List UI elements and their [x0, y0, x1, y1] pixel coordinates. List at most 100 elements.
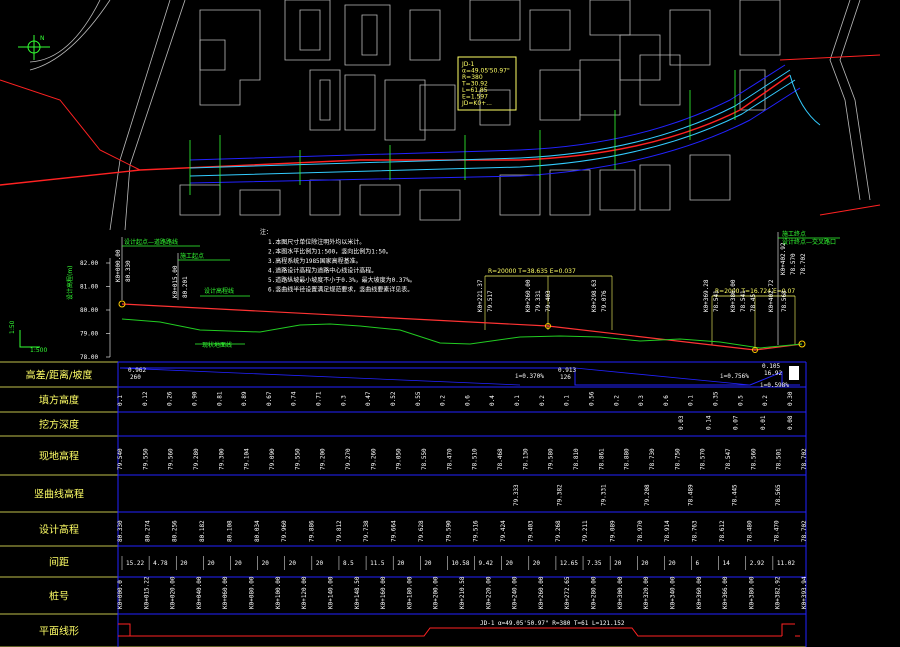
fill-value: 0.6 — [464, 395, 471, 406]
cut-value: 0.01 — [760, 415, 767, 430]
design-elevation-value: 78.970 — [637, 520, 644, 542]
vcurve-value: 79.331 — [600, 484, 607, 506]
plan-view: JD-1α=49.05'50.97"R=380T=30.92L=61.85E=1… — [0, 0, 881, 231]
north-arrow-icon — [18, 35, 50, 60]
existing-elevation-value: 78.861 — [598, 448, 605, 470]
existing-elevation-value: 78.510 — [472, 448, 479, 470]
design-line-label: 设计高程线 — [204, 287, 234, 295]
spacing-value: 20 — [397, 560, 405, 567]
spacing-value: 20 — [180, 560, 188, 567]
grade-label: i=0.370% — [515, 373, 544, 380]
spacing-value: 7.35 — [587, 560, 602, 567]
station-value: K0+180.00 — [406, 576, 413, 609]
row-label: 高差/距离/坡度 — [26, 369, 93, 382]
design-elevation-value: 79.403 — [527, 520, 534, 542]
row-label: 桩号 — [49, 590, 69, 603]
design-elevation-value: 80.182 — [199, 520, 206, 542]
fill-value: 0.47 — [365, 391, 372, 406]
grade-label: 260 — [130, 374, 141, 381]
fill-value: 0.3 — [638, 395, 645, 406]
spacing-value: 20 — [641, 560, 649, 567]
station-value: K0+100.00 — [275, 576, 282, 609]
station-value: K0+280.00 — [591, 576, 598, 609]
existing-elevation-value: 78.501 — [776, 448, 783, 470]
fill-value: 0.4 — [489, 395, 496, 406]
vcurve-value: 78.565 — [775, 484, 782, 506]
alignment-text: JD-1 α=49.05'50.97" R=380 T=61 L=121.152 — [480, 620, 625, 627]
station-value: K0+220.00 — [485, 576, 492, 609]
cut-value: 0.14 — [705, 415, 712, 430]
alignment-box: JD-1α=49.05'50.97"R=380T=30.92L=61.85E=1… — [461, 61, 510, 107]
existing-elevation-value: 79.300 — [218, 448, 225, 470]
end-station: K0+402.92 — [780, 242, 787, 275]
vcurve-value: 79.333 — [513, 484, 520, 506]
existing-elevation-value: 79.090 — [269, 448, 276, 470]
design-elevation-value: 79.089 — [609, 520, 616, 542]
grade-label: 126 — [560, 374, 571, 381]
construction-station: K0+015.00 — [172, 265, 179, 298]
construction-label: 施工起点 — [180, 252, 204, 260]
station-value: K0+015.22 — [143, 576, 150, 609]
cut-value: 0.03 — [678, 415, 685, 430]
spacing-value: 20 — [668, 560, 676, 567]
curve-station-label: 79.517 — [487, 290, 494, 312]
spacing-value: 8.5 — [343, 560, 354, 567]
station-value: K0+260.00 — [538, 576, 545, 609]
existing-elevation-value: 79.104 — [244, 448, 251, 470]
existing-elevation-value: 78.750 — [674, 448, 681, 470]
fill-value: 0.3 — [340, 395, 347, 406]
notes-title: 注： — [260, 228, 272, 236]
existing-elevation-value: 79.560 — [168, 448, 175, 470]
station-value: K0+366.00 — [722, 576, 729, 609]
note-line: 2.本图水平比例为1:500，竖向比例为1:50。 — [268, 248, 392, 256]
design-elevation-value: 78.470 — [774, 520, 781, 542]
profile-view: 82.00 81.00 80.00 79.00 78.00 设计高程(m) 1:50 1… — [9, 228, 840, 361]
cut-value: 0.08 — [787, 415, 794, 430]
design-elevation-value: 78.702 — [801, 520, 808, 542]
existing-elevation-value: 78.570 — [700, 448, 707, 470]
design-elevation-value: 79.960 — [281, 520, 288, 542]
design-elevation-value: 78.914 — [664, 520, 671, 542]
station-value: K0+320.00 — [643, 576, 650, 609]
station-value: K0+200.00 — [433, 576, 440, 609]
curve-station-label: 78.568 — [781, 290, 788, 312]
curve1-params: R=20000 T=38.635 E=0.037 — [488, 268, 576, 275]
scale-horizontal: 1:500 — [30, 347, 47, 354]
vcurve-value: 79.208 — [644, 484, 651, 506]
station-value: K0+000.0 — [117, 580, 124, 609]
profile-table: 高差/距离/坡度填方高度挖方深度现地高程竖曲线高程设计高程间距桩号平面线形 0.… — [0, 361, 808, 647]
spacing-value: 20 — [506, 560, 514, 567]
end-label-1: 施工终点 — [782, 230, 806, 238]
existing-elevation-value: 79.270 — [345, 448, 352, 470]
existing-elevation-value: 79.280 — [193, 448, 200, 470]
row-labels: 高差/距离/坡度填方高度挖方深度现地高程竖曲线高程设计高程间距桩号平面线形 — [26, 369, 93, 638]
spacing-value: 12.65 — [560, 560, 578, 567]
design-elevation-value: 80.108 — [226, 520, 233, 542]
design-elevation-value: 79.812 — [336, 520, 343, 542]
station-value: K0+240.00 — [512, 576, 519, 609]
station-value: K0+382.92 — [775, 576, 782, 609]
start-station: K0+000.00 — [115, 249, 122, 282]
end-elev-2: 78.702 — [800, 253, 807, 275]
curve2-stations: K0+369.28 78.541 K0+386.00 78.541 78.45 K0+40… — [703, 279, 788, 312]
existing-elevation-row: 79.540 79.550 79.560 79.280 79.300 79.104 79.0… — [117, 448, 808, 470]
design-elevation-value: 79.424 — [500, 520, 507, 542]
existing-elevation-value: 79.540 — [117, 448, 124, 470]
notes: 1.本图尺寸单位除注明外均以米计。 2.本图水平比例为1:500，竖向比例为1:5… — [268, 238, 416, 294]
horizontal-alignment-line — [118, 623, 800, 637]
design-elevation-value: 79.664 — [391, 520, 398, 542]
design-elevation-value: 78.612 — [719, 520, 726, 542]
station-value: K0+020.00 — [170, 576, 177, 609]
fill-value: 0.2 — [762, 395, 769, 406]
y-ticks: 82.00 81.00 80.00 79.00 78.00 — [80, 260, 110, 361]
grade-label: i=0.598% — [760, 382, 789, 389]
row-label: 间距 — [49, 556, 69, 569]
spacing-value: 4.78 — [153, 560, 168, 567]
station-value: K0+040.00 — [196, 576, 203, 609]
start-label: 设计起点—道路路线 — [124, 238, 178, 246]
design-elevation-value: 79.516 — [473, 520, 480, 542]
station-value: K0+148.50 — [354, 576, 361, 609]
spacing-value: 11.02 — [777, 560, 795, 567]
spacing-value: 9.42 — [479, 560, 494, 567]
spacing-value: 20 — [533, 560, 541, 567]
